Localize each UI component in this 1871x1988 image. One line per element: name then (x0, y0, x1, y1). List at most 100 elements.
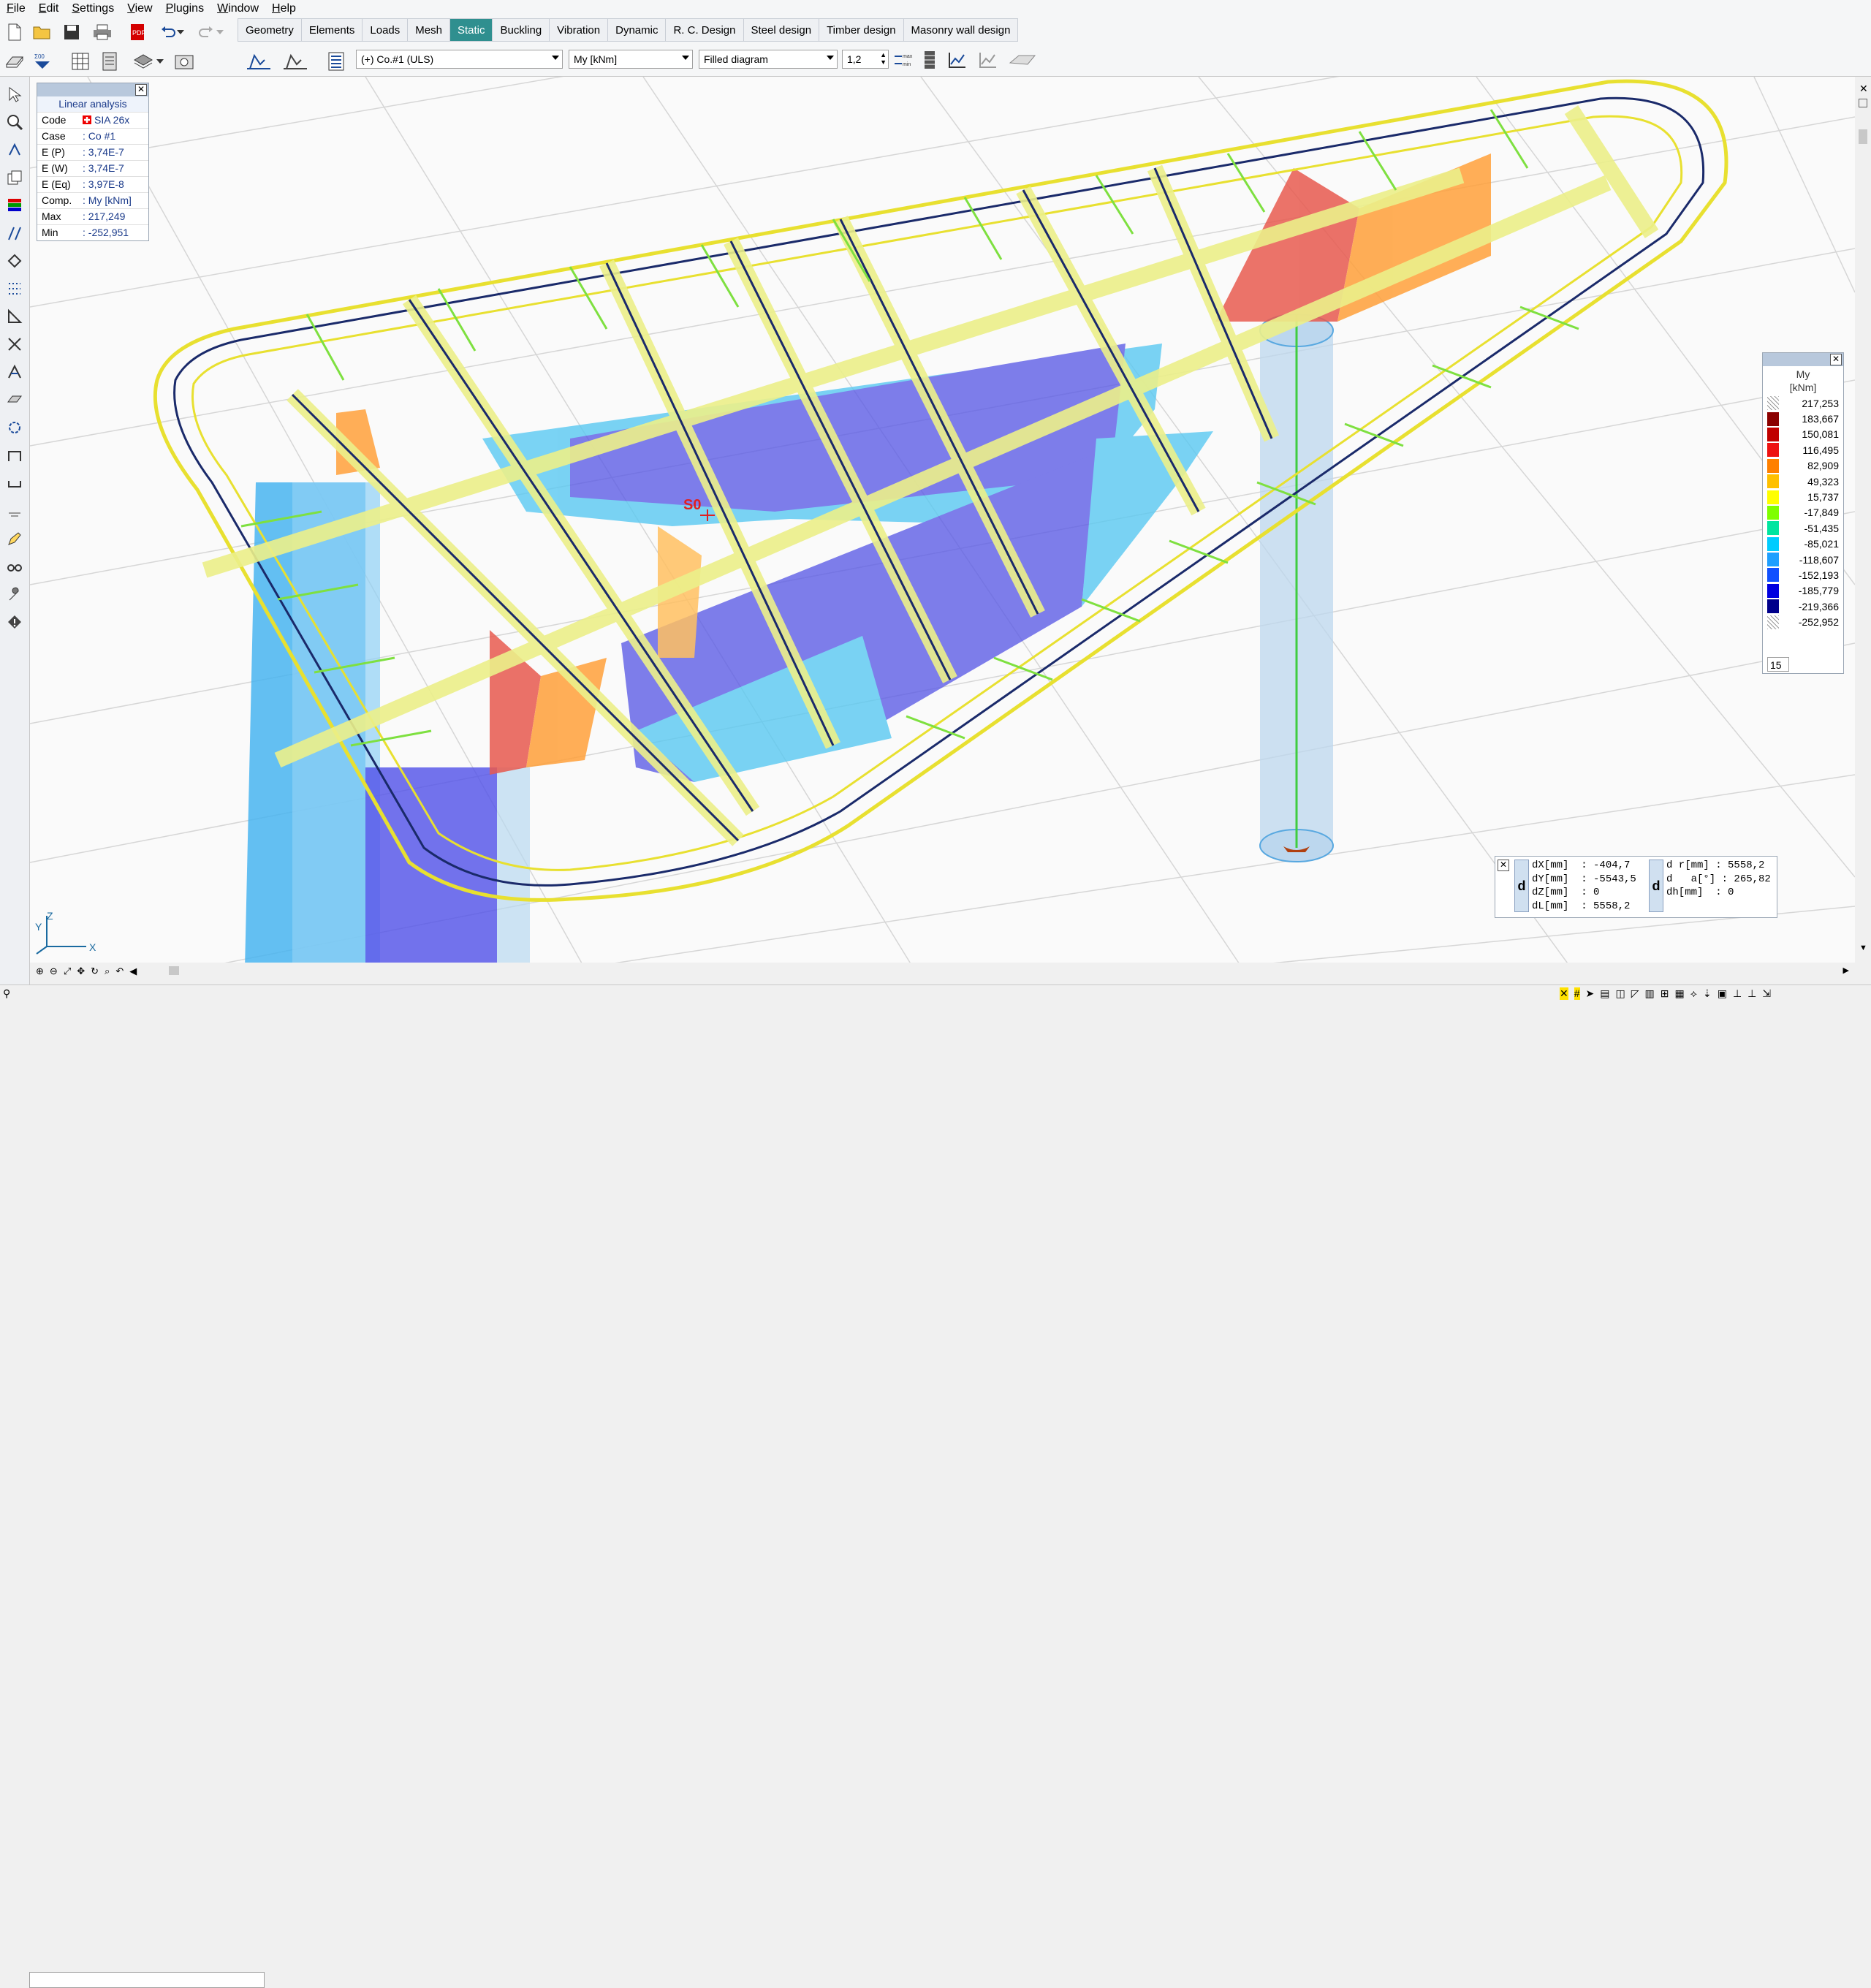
close-view-icon[interactable]: ✕ (1859, 83, 1868, 95)
command-input[interactable] (29, 1972, 265, 1988)
cursor-icon[interactable]: ➤ (1586, 987, 1595, 1000)
open-folder-icon[interactable] (32, 22, 53, 42)
menu-window[interactable]: Window (210, 2, 265, 15)
close-icon[interactable]: ✕ (1830, 354, 1842, 365)
scroll-left-icon[interactable]: ◀ (129, 965, 137, 977)
layers-toggle-icon[interactable]: ▦ (1674, 987, 1684, 1000)
menu-edit[interactable]: Edit (32, 2, 66, 15)
elements-icon[interactable]: ▥ (1645, 987, 1655, 1000)
member-icon[interactable] (4, 362, 25, 382)
polygon-icon[interactable] (4, 251, 25, 271)
tab-r-c-design[interactable]: R. C. Design (666, 18, 744, 42)
save-icon[interactable] (61, 22, 82, 42)
select-arrow-icon[interactable] (4, 84, 25, 105)
zoom-in-icon[interactable]: ⊕ (36, 965, 44, 977)
layers-icon[interactable] (133, 51, 153, 72)
pencil-icon[interactable] (4, 528, 25, 549)
scroll-down-icon[interactable]: ▼ (1859, 944, 1867, 952)
menu-file[interactable]: File (0, 2, 32, 15)
scale-stepper[interactable]: 1,2 ▲ ▼ (842, 50, 889, 69)
close-icon[interactable]: ✕ (1498, 860, 1509, 871)
tab-geometry[interactable]: Geometry (238, 18, 302, 42)
load-case-select[interactable]: (+) Co.#1 (ULS) (356, 50, 563, 69)
polar-icon[interactable]: ◫ (1616, 987, 1625, 1000)
chart-icon[interactable] (947, 50, 968, 70)
menu-plugins[interactable]: Plugins (159, 2, 210, 15)
layers-dropdown-icon[interactable] (155, 51, 165, 72)
angle-icon[interactable] (4, 306, 25, 327)
copy-icon[interactable] (4, 167, 25, 188)
legend-toggle-icon[interactable] (919, 50, 940, 70)
rotate-icon[interactable] (4, 417, 25, 438)
display-mode-select[interactable]: Filled diagram (699, 50, 838, 69)
legend-levels-input[interactable]: 15 (1767, 657, 1789, 672)
scroll-right-icon[interactable]: ▶ (1843, 965, 1849, 975)
pan-icon[interactable]: ✥ (77, 965, 85, 977)
deformed-shape-icon[interactable] (1009, 50, 1038, 70)
wall-icon[interactable] (4, 445, 25, 466)
new-file-icon[interactable] (4, 22, 25, 42)
result-component-select[interactable]: My [kNm] (569, 50, 693, 69)
restore-view-icon[interactable] (1859, 99, 1867, 107)
tab-buckling[interactable]: Buckling (493, 18, 550, 42)
horizontal-scrollbar[interactable]: ⊕ ⊖ ⤢ ✥ ↻ ⌕ ↶ ◀ ▶ (30, 963, 1855, 979)
redo-dropdown-icon[interactable] (215, 22, 225, 42)
tab-dynamic[interactable]: Dynamic (608, 18, 667, 42)
max-min-icon[interactable]: max min (893, 50, 914, 70)
view-back-icon[interactable]: ↶ (115, 965, 124, 977)
table-toggle-icon[interactable]: ▣ (1718, 987, 1727, 1000)
vertical-scrollbar[interactable]: ✕ ▼ (1855, 77, 1871, 968)
floor-plan-icon[interactable] (4, 51, 25, 72)
zoom-icon[interactable] (4, 112, 25, 132)
split-icon[interactable] (4, 334, 25, 354)
diagram-mode-1-icon[interactable] (246, 51, 273, 72)
tab-vibration[interactable]: Vibration (550, 18, 609, 42)
table-icon[interactable] (70, 51, 91, 72)
nodes-toggle-icon[interactable]: ⟡ (1690, 987, 1697, 1000)
grid-toggle-icon[interactable]: ⊞ (1661, 987, 1669, 1000)
print-icon[interactable] (92, 22, 113, 42)
snap-node-icon[interactable]: ✕ (1560, 987, 1568, 1000)
angle-snap-icon[interactable]: ◸ (1631, 987, 1639, 1000)
tab-timber-design[interactable]: Timber design (819, 18, 904, 42)
glasses-icon[interactable] (4, 556, 25, 577)
warning-icon[interactable] (4, 612, 25, 632)
pdf-export-icon[interactable]: PDF (127, 22, 148, 42)
dimension-icon[interactable] (4, 223, 25, 243)
orbit-icon[interactable]: ↻ (91, 965, 99, 977)
tab-steel-design[interactable]: Steel design (743, 18, 820, 42)
supports-toggle-icon[interactable]: ⊥ (1733, 987, 1742, 1000)
wrench-icon[interactable] (4, 584, 25, 604)
tab-mesh[interactable]: Mesh (408, 18, 450, 42)
zoom-window-icon[interactable]: ⌕ (105, 965, 110, 977)
scroll-thumb[interactable] (1859, 129, 1867, 144)
loads-toggle-icon[interactable]: ⇣ (1703, 987, 1712, 1000)
color-table-icon[interactable] (4, 195, 25, 216)
close-icon[interactable]: ✕ (135, 84, 147, 96)
zoom-extent-icon[interactable]: ⤢ (64, 965, 71, 977)
redo-icon[interactable] (196, 22, 216, 42)
zoom-out-icon[interactable]: ⊖ (50, 965, 58, 977)
menu-view[interactable]: View (121, 2, 159, 15)
screenshot-icon[interactable] (174, 51, 194, 72)
stepper-arrows-icon[interactable]: ▲ ▼ (880, 51, 887, 66)
tab-elements[interactable]: Elements (301, 18, 363, 42)
node-icon[interactable] (4, 140, 25, 160)
slab-icon[interactable] (4, 390, 25, 410)
diagram-mode-2-icon[interactable] (282, 51, 310, 72)
menu-help[interactable]: Help (265, 2, 303, 15)
tab-static[interactable]: Static (449, 18, 493, 42)
snap-grid-icon[interactable]: # (1574, 987, 1580, 1000)
tab-loads[interactable]: Loads (363, 18, 409, 42)
grid-points-icon[interactable] (4, 278, 25, 299)
ortho-icon[interactable]: ▤ (1600, 987, 1609, 1000)
support-icon[interactable] (4, 473, 25, 493)
chart-settings-icon[interactable] (978, 50, 998, 70)
undo-dropdown-icon[interactable] (175, 22, 186, 42)
scroll-thumb[interactable] (169, 966, 179, 975)
section-toggle-icon[interactable]: ⊥ (1747, 987, 1756, 1000)
line-support-icon[interactable] (4, 501, 25, 521)
calculate-icon[interactable]: Σ00 (32, 51, 53, 72)
model-viewport[interactable]: S0 (30, 77, 1855, 968)
dimensions-toggle-icon[interactable]: ⇲ (1762, 987, 1771, 1000)
